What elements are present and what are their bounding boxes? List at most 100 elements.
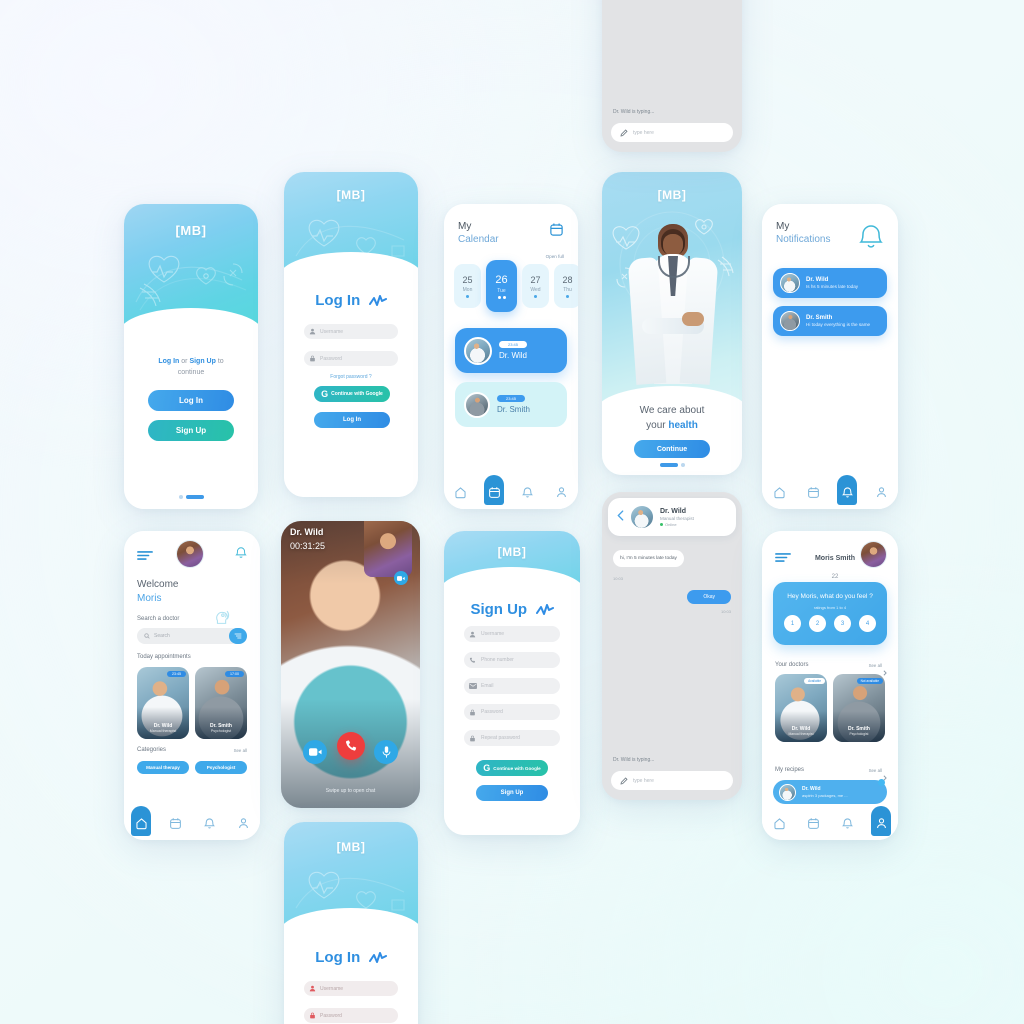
welcome-prompt-signup[interactable]: Sign Up xyxy=(189,358,215,365)
nav-profile-icon[interactable] xyxy=(871,813,891,833)
calendar-screen[interactable]: My Calendar Open full 25 Mon 26 Tue 27 W… xyxy=(444,204,578,509)
nav-home-icon[interactable] xyxy=(131,813,151,833)
doctor-card[interactable]: Not available Dr. Smith Psychologist xyxy=(833,674,885,742)
mood-option[interactable]: 4 xyxy=(859,615,876,632)
bottom-nav[interactable] xyxy=(762,475,898,509)
mood-options[interactable]: 1 2 3 4 xyxy=(773,615,887,632)
category-chip[interactable]: Psychologist xyxy=(195,761,247,774)
recipes-see-all-link[interactable]: See all xyxy=(869,768,882,773)
camera-toggle-button[interactable] xyxy=(303,740,327,764)
profile-screen[interactable]: Moris Smith 22 Hey Moris, what do you fe… xyxy=(762,531,898,840)
nav-notifications-icon[interactable] xyxy=(837,482,857,502)
nav-profile-icon[interactable] xyxy=(233,813,253,833)
open-full-link[interactable]: Open full xyxy=(546,254,564,259)
appointment-doctor-card[interactable]: 17:00 Dr. Smith Psychologist xyxy=(195,667,247,739)
forgot-password-link[interactable]: Forgot password ? xyxy=(284,374,418,380)
login-screen[interactable]: [MB] Log In Username Password Forgot pas… xyxy=(284,172,418,497)
login-submit-button[interactable]: Log In xyxy=(314,412,390,428)
login-error-screen[interactable]: [MB] Log In Username Password xyxy=(284,822,418,1024)
google-signup-button[interactable]: G Continue with Google xyxy=(476,760,548,776)
avatar xyxy=(780,311,800,331)
welcome-screen[interactable]: [MB] Log In or Sign Up to continue Log I… xyxy=(124,204,258,509)
nav-home-icon[interactable] xyxy=(769,813,789,833)
appointment-doctor-card[interactable]: 23:45 Dr. Wild Manual therapist xyxy=(137,667,189,739)
username-input[interactable]: Username xyxy=(304,324,398,339)
bottom-nav[interactable] xyxy=(124,806,260,840)
repeat-password-input[interactable]: Repeat password xyxy=(464,730,560,746)
bottom-nav[interactable] xyxy=(444,475,578,509)
password-input[interactable]: Password xyxy=(464,704,560,720)
calendar-day-active[interactable]: 26 Tue xyxy=(486,260,517,312)
home-screen[interactable]: Welcome Moris Search a doctor Search Tod… xyxy=(124,531,260,840)
chat-screen-partial[interactable]: Dr. Wild is typing... type here xyxy=(602,0,742,152)
chat-input[interactable]: type here xyxy=(611,771,733,790)
bell-icon[interactable] xyxy=(235,546,247,564)
mood-option[interactable]: 1 xyxy=(784,615,801,632)
nav-profile-icon[interactable] xyxy=(871,482,891,502)
calendar-icon[interactable] xyxy=(549,222,564,242)
search-input[interactable]: Search xyxy=(137,628,239,644)
calendar-day[interactable]: 27 Wed xyxy=(522,264,549,308)
calendar-day[interactable]: 28 Thu xyxy=(554,264,578,308)
email-input[interactable]: Email xyxy=(464,678,560,694)
chat-input[interactable]: type here xyxy=(611,123,733,142)
doctor-card[interactable]: Available Dr. Wild Manual therapist xyxy=(775,674,827,742)
doctors-see-all-link[interactable]: See all xyxy=(869,663,882,668)
end-call-button[interactable] xyxy=(337,732,365,760)
notification-item[interactable]: Dr. Wild Is hs 5 minutes late today xyxy=(773,268,887,298)
nav-notifications-icon[interactable] xyxy=(837,813,857,833)
menu-icon[interactable] xyxy=(775,550,791,568)
password-input-error[interactable]: Password xyxy=(304,1008,398,1023)
bell-icon[interactable] xyxy=(858,222,884,255)
nav-home-icon[interactable] xyxy=(451,482,471,502)
welcome-prompt-login[interactable]: Log In xyxy=(158,358,179,365)
username-input-error[interactable]: Username xyxy=(304,981,398,996)
back-icon[interactable] xyxy=(617,508,624,526)
chat-screen[interactable]: Dr. Wild Manual therapist Online hi, I'm… xyxy=(602,492,742,800)
email-placeholder: Email xyxy=(481,683,494,689)
categories-see-all-link[interactable]: See all xyxy=(234,748,247,753)
calendar-day[interactable]: 25 Mon xyxy=(454,264,481,308)
search-row[interactable]: Search xyxy=(137,628,247,644)
signup-submit-button[interactable]: Sign Up xyxy=(476,785,548,801)
username-input[interactable]: Username xyxy=(464,626,560,642)
menu-icon[interactable] xyxy=(137,548,153,566)
video-call-screen[interactable]: Dr. Wild 00:31:25 Swipe up to open chat xyxy=(281,521,420,808)
doctor-name-group: Dr. Wild Manual therapist xyxy=(775,726,827,736)
switch-camera-icon[interactable] xyxy=(394,571,408,585)
nav-calendar-icon[interactable] xyxy=(165,813,185,833)
mood-option[interactable]: 3 xyxy=(834,615,851,632)
google-login-button[interactable]: G Continue with Google xyxy=(314,386,390,402)
login-button[interactable]: Log In xyxy=(148,390,234,411)
password-input[interactable]: Password xyxy=(304,351,398,366)
nav-calendar-icon[interactable] xyxy=(803,813,823,833)
mood-option[interactable]: 2 xyxy=(809,615,826,632)
nav-notifications-icon[interactable] xyxy=(518,482,538,502)
category-chip[interactable]: Manual therapy xyxy=(137,761,189,774)
appointment-card[interactable]: 23:45 Dr. Smith xyxy=(455,382,567,427)
nav-home-icon[interactable] xyxy=(769,482,789,502)
calendar-day-strip[interactable]: 25 Mon 26 Tue 27 Wed 28 Thu xyxy=(454,260,578,312)
bottom-nav[interactable] xyxy=(762,806,898,840)
continue-button[interactable]: Continue xyxy=(634,440,710,458)
nav-profile-icon[interactable] xyxy=(551,482,571,502)
filter-button[interactable] xyxy=(229,628,247,644)
nav-notifications-icon[interactable] xyxy=(199,813,219,833)
recipe-item[interactable]: Dr. Wild aspirin 3 packages, me ... xyxy=(773,779,887,804)
signup-button[interactable]: Sign Up xyxy=(148,420,234,441)
chat-status-label: Online xyxy=(665,521,677,527)
mood-card[interactable]: Hey Moris, what do you feel ? ratings fr… xyxy=(773,582,887,645)
notifications-screen[interactable]: My Notifications Dr. Wild Is hs 5 minute… xyxy=(762,204,898,509)
calendar-day-dow: Wed xyxy=(530,286,541,293)
self-video-thumbnail[interactable] xyxy=(364,521,412,577)
notification-item[interactable]: Dr. Smith Hi today everything is the sam… xyxy=(773,306,887,336)
microphone-button[interactable] xyxy=(374,740,398,764)
onboarding-screen[interactable]: [MB] We care about your health Continue xyxy=(602,172,742,475)
chat-header[interactable]: Dr. Wild Manual therapist Online xyxy=(608,498,736,536)
chat-message-time: 10:03 xyxy=(720,609,731,614)
phone-input[interactable]: Phone number xyxy=(464,652,560,668)
nav-calendar-icon[interactable] xyxy=(484,482,504,502)
nav-calendar-icon[interactable] xyxy=(803,482,823,502)
appointment-card-active[interactable]: 23:45 Dr. Wild xyxy=(455,328,567,373)
signup-screen[interactable]: [MB] Sign Up Username Phone number Email xyxy=(444,531,580,835)
